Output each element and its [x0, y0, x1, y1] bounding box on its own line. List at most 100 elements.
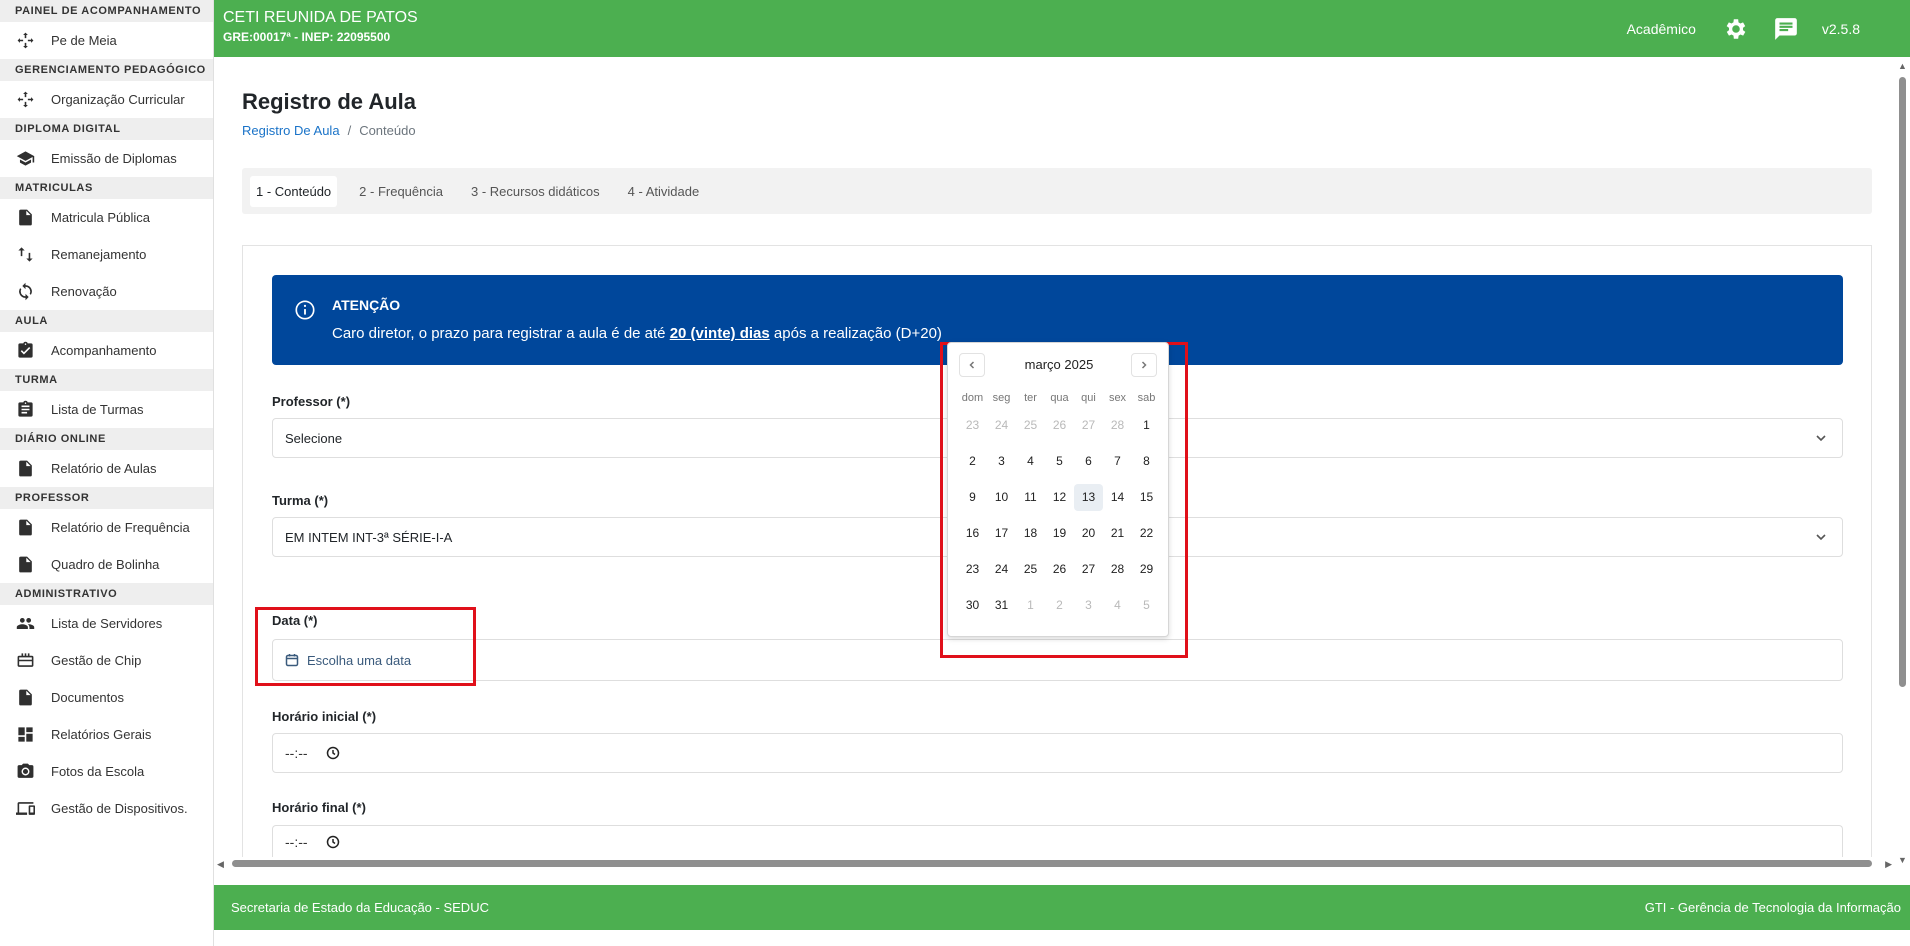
calendar-day[interactable]: 22 [1132, 526, 1161, 540]
calendar-day[interactable]: 6 [1074, 454, 1103, 468]
calendar-day[interactable]: 26 [1045, 562, 1074, 576]
calendar-weekday: qui [1081, 392, 1096, 404]
calendar-day[interactable]: 28 [1103, 418, 1132, 432]
horario-inicial-label: Horário inicial (*) [272, 709, 377, 724]
clipboard-check-icon [15, 341, 35, 361]
calendar-day[interactable]: 28 [1103, 562, 1132, 576]
top-header: CETI REUNIDA DE PATOS GRE:00017ª - INEP:… [214, 0, 1910, 57]
calendar-day[interactable]: 27 [1074, 418, 1103, 432]
sidebar-item[interactable]: Quadro de Bolinha [0, 546, 213, 583]
sidebar-section-title: AULA [0, 310, 213, 332]
calendar-day[interactable]: 9 [958, 490, 987, 504]
calendar-day[interactable]: 20 [1074, 526, 1103, 540]
tab-bar: 1 - Conteúdo 2 - Frequência 3 - Recursos d… [242, 168, 1872, 214]
turma-label: Turma (*) [272, 493, 329, 508]
footer-left-text: Secretaria de Estado da Educação - SEDUC [231, 900, 489, 915]
sidebar-item[interactable]: Pe de Meia [0, 22, 213, 59]
sidebar-section-title: MATRICULAS [0, 177, 213, 199]
calendar-day[interactable]: 2 [1045, 598, 1074, 612]
calendar-day[interactable]: 8 [1132, 454, 1161, 468]
sidebar-item[interactable]: Lista de Servidores [0, 605, 213, 642]
calendar-day[interactable]: 18 [1016, 526, 1045, 540]
sidebar-item[interactable]: Matricula Pública [0, 199, 213, 236]
sidebar-item[interactable]: Lista de Turmas [0, 391, 213, 428]
sidebar-item[interactable]: Documentos [0, 679, 213, 716]
sidebar-item[interactable]: Acompanhamento [0, 332, 213, 369]
calendar-day[interactable]: 14 [1103, 490, 1132, 504]
sidebar-item[interactable]: Gestão de Chip [0, 642, 213, 679]
tab-item[interactable]: 4 - Atividade [622, 176, 706, 207]
calendar-day[interactable]: 31 [987, 598, 1016, 612]
calendar-day[interactable]: 19 [1045, 526, 1074, 540]
calendar-day[interactable]: 30 [958, 598, 987, 612]
horario-inicial-input[interactable]: --:-- [272, 733, 1843, 773]
calendar-day[interactable]: 13 [1074, 483, 1103, 511]
horizontal-scroll-thumb[interactable] [232, 860, 1872, 867]
calendar-day[interactable]: 29 [1132, 562, 1161, 576]
alert-message: Caro diretor, o prazo para registrar a a… [332, 325, 942, 342]
sidebar-item[interactable]: Fotos da Escola [0, 753, 213, 790]
calendar-day[interactable]: 1 [1132, 418, 1161, 432]
sidebar-item[interactable]: Gestão de Dispositivos. [0, 790, 213, 827]
calendar-day[interactable]: 12 [1045, 490, 1074, 504]
tab-item[interactable]: 3 - Recursos didáticos [465, 176, 606, 207]
calendar-day[interactable]: 7 [1103, 454, 1132, 468]
calendar-day[interactable]: 3 [987, 454, 1016, 468]
footer: Secretaria de Estado da Educação - SEDUC… [214, 885, 1910, 930]
scroll-down-arrow-icon[interactable]: ▼ [1898, 855, 1907, 865]
calendar-day[interactable]: 27 [1074, 562, 1103, 576]
calendar-day[interactable]: 4 [1103, 598, 1132, 612]
tab-item[interactable]: 1 - Conteúdo [250, 175, 338, 207]
sidebar-item-label: Remanejamento [51, 247, 147, 262]
sidebar-item[interactable]: Emissão de Diplomas [0, 140, 213, 177]
school-name: CETI REUNIDA DE PATOS [223, 9, 418, 26]
sidebar-item[interactable]: Remanejamento [0, 236, 213, 273]
module-label[interactable]: Acadêmico [1627, 21, 1696, 37]
scroll-right-arrow-icon[interactable]: ▶ [1885, 859, 1892, 870]
calendar-day[interactable]: 25 [1016, 418, 1045, 432]
calendar-weekday: seg [992, 392, 1011, 404]
sidebar: PAINEL DE ACOMPANHAMENTO Pe de Meia GERENC… [0, 0, 214, 946]
calendar-day[interactable]: 15 [1132, 490, 1161, 504]
tab-item[interactable]: 2 - Frequência [353, 176, 449, 207]
calendar-day[interactable]: 11 [1016, 490, 1045, 504]
chat-icon[interactable] [1772, 15, 1800, 43]
scroll-left-arrow-icon[interactable]: ◀ [217, 859, 224, 870]
sim-card-icon [15, 651, 35, 671]
calendar-day[interactable]: 26 [1045, 418, 1074, 432]
calendar-day[interactable]: 3 [1074, 598, 1103, 612]
scroll-up-arrow-icon[interactable]: ▲ [1898, 61, 1907, 71]
sidebar-item[interactable]: Renovação [0, 273, 213, 310]
sidebar-item[interactable]: Organização Curricular [0, 81, 213, 118]
calendar-day[interactable]: 10 [987, 490, 1016, 504]
calendar-day[interactable]: 24 [987, 418, 1016, 432]
calendar-day[interactable]: 23 [958, 562, 987, 576]
calendar-day[interactable]: 17 [987, 526, 1016, 540]
calendar-week-row: 2345678 [958, 443, 1161, 479]
clock-icon[interactable] [326, 746, 340, 760]
calendar-day[interactable]: 25 [1016, 562, 1045, 576]
gear-icon[interactable] [1722, 15, 1750, 43]
calendar-day[interactable]: 2 [958, 454, 987, 468]
calendar-day[interactable]: 16 [958, 526, 987, 540]
calendar-day[interactable]: 5 [1132, 598, 1161, 612]
calendar-day[interactable]: 24 [987, 562, 1016, 576]
sidebar-item-label: Quadro de Bolinha [51, 557, 160, 572]
next-month-button[interactable] [1131, 353, 1157, 377]
sidebar-item[interactable]: Relatório de Frequência [0, 509, 213, 546]
sidebar-item-label: Relatórios Gerais [51, 727, 152, 742]
breadcrumb-link[interactable]: Registro De Aula [242, 123, 340, 138]
calendar-day[interactable]: 5 [1045, 454, 1074, 468]
calendar-day[interactable]: 4 [1016, 454, 1045, 468]
calendar-day[interactable]: 23 [958, 418, 987, 432]
calendar-day[interactable]: 21 [1103, 526, 1132, 540]
calendar-day[interactable]: 1 [1016, 598, 1045, 612]
horario-final-input[interactable]: --:-- [272, 825, 1843, 857]
alert-message-post: após a realização (D+20) [769, 325, 942, 342]
sidebar-item[interactable]: Relatório de Aulas [0, 450, 213, 487]
vertical-scrollbar[interactable]: ▲ ▼ [1895, 57, 1910, 869]
sidebar-item[interactable]: Relatórios Gerais [0, 716, 213, 753]
vertical-scroll-thumb[interactable] [1899, 77, 1906, 687]
clock-icon[interactable] [326, 835, 340, 849]
horizontal-scrollbar[interactable]: ◀ ▶ [214, 857, 1895, 869]
